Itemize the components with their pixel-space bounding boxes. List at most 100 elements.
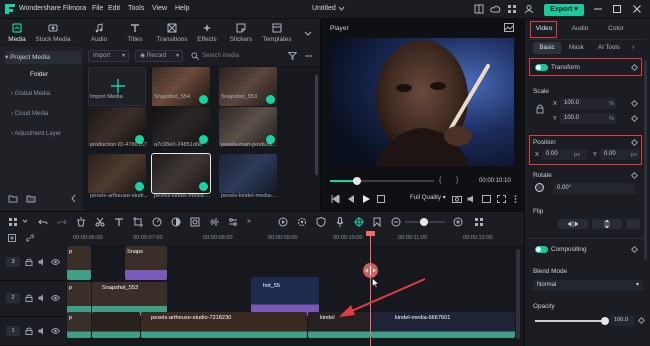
- export-button[interactable]: Export ▾: [544, 4, 584, 16]
- camera-icon[interactable]: [452, 195, 462, 203]
- quality-dropdown[interactable]: Full Quality ▾: [410, 194, 446, 201]
- scale-x-input[interactable]: 100.0: [560, 98, 616, 109]
- fullscreen-icon[interactable]: [497, 195, 506, 203]
- sidebar-item-folder[interactable]: Folder: [30, 71, 48, 78]
- chevron-right-icon[interactable]: ›: [632, 44, 634, 51]
- position-x-input[interactable]: 0.00: [542, 149, 587, 160]
- compositing-toggle[interactable]: [535, 246, 548, 253]
- flip-horizontal-button[interactable]: [558, 219, 588, 229]
- media-thumbnail[interactable]: [152, 107, 210, 146]
- zoom-out-icon[interactable]: [391, 217, 401, 227]
- media-thumbnail[interactable]: [219, 154, 277, 193]
- transform-toggle[interactable]: [535, 64, 548, 71]
- chevron-down-icon[interactable]: [338, 5, 345, 12]
- sidebar-item-adjustment-layer[interactable]: › Adjustment Layer: [11, 131, 61, 137]
- playhead-handle[interactable]: [366, 231, 375, 236]
- record-dropdown[interactable]: ◉ Record ▾: [135, 50, 183, 62]
- eye-icon[interactable]: [51, 327, 60, 335]
- sidebar-item-global-media[interactable]: › Global Media: [11, 91, 50, 97]
- folder-icon[interactable]: [26, 194, 36, 203]
- media-thumbnail[interactable]: [219, 67, 277, 106]
- volume-icon[interactable]: [467, 195, 477, 203]
- stop-icon[interactable]: [377, 195, 385, 203]
- more-icon[interactable]: [305, 52, 313, 60]
- timeline-clip[interactable]: p: [67, 246, 91, 280]
- zoom-slider-handle[interactable]: [420, 218, 428, 226]
- adjust-icon[interactable]: [228, 217, 238, 227]
- snap-icon[interactable]: [354, 217, 364, 227]
- rotate-input[interactable]: 0.00°: [553, 183, 635, 194]
- settings-gear-icon[interactable]: [297, 217, 307, 227]
- stabilize-icon[interactable]: [190, 217, 200, 227]
- video-preview[interactable]: [330, 38, 514, 166]
- timeline-clip-selected[interactable]: hot_55: [251, 277, 319, 316]
- timeline-clip[interactable]: Snaps: [125, 246, 167, 280]
- menu-view[interactable]: View: [152, 5, 167, 12]
- tab-stickers[interactable]: Stickers: [224, 22, 258, 46]
- grid-layout-icon[interactable]: [8, 217, 18, 227]
- user-icon[interactable]: [524, 4, 534, 14]
- shield-icon[interactable]: [316, 217, 326, 227]
- timeline-grid-icon[interactable]: [474, 217, 484, 227]
- flip-vertical-button[interactable]: [592, 219, 622, 229]
- opacity-slider-handle[interactable]: [601, 317, 609, 325]
- color-match-icon[interactable]: [171, 217, 181, 227]
- import-dropdown[interactable]: Import ▾: [88, 50, 129, 62]
- collapse-icon[interactable]: [70, 194, 78, 203]
- step-back-icon[interactable]: [347, 195, 355, 203]
- timeline-clip[interactable]: p: [67, 312, 91, 338]
- timeline-clip[interactable]: [92, 312, 140, 338]
- sidebar-item-project-media[interactable]: ▾ Project Media: [5, 51, 81, 64]
- grid-icon[interactable]: [507, 4, 517, 14]
- media-thumbnail[interactable]: [152, 67, 210, 106]
- panel-scrollbar[interactable]: [644, 60, 647, 260]
- eye-icon[interactable]: [51, 294, 60, 302]
- media-thumbnail[interactable]: [88, 107, 146, 146]
- lock-icon[interactable]: [25, 258, 33, 266]
- tab-color[interactable]: Color: [604, 25, 628, 32]
- text-tool-icon[interactable]: [114, 217, 124, 227]
- play-icon[interactable]: [362, 195, 370, 203]
- speaker-icon[interactable]: [38, 294, 46, 302]
- subtab-mask[interactable]: Mask: [569, 44, 584, 51]
- tab-titles[interactable]: Titles: [118, 22, 152, 46]
- menu-tools[interactable]: Tools: [128, 5, 144, 12]
- fit-screen-icon[interactable]: [482, 195, 491, 203]
- minimize-icon[interactable]: [593, 4, 603, 14]
- snapshot-icon[interactable]: [504, 23, 514, 32]
- maximize-icon[interactable]: [612, 4, 622, 14]
- timeline-ruler[interactable]: 00:00:06:00 00:00:07:00 00:00:08:00 00:0…: [0, 231, 524, 245]
- link-icon[interactable]: [536, 104, 544, 114]
- tab-transitions[interactable]: Transitions: [153, 22, 191, 46]
- timeline-scrollbar[interactable]: [516, 249, 520, 339]
- render-icon[interactable]: [278, 217, 288, 227]
- opacity-input[interactable]: 100.0: [610, 315, 634, 326]
- subtab-basic[interactable]: Basic: [533, 42, 561, 54]
- filter-icon[interactable]: [288, 52, 297, 60]
- audio-icon[interactable]: [209, 217, 219, 227]
- subtab-ai-tools[interactable]: AI Tools: [598, 44, 620, 51]
- menu-help[interactable]: Help: [175, 5, 189, 12]
- tab-effects[interactable]: Effects: [190, 22, 224, 46]
- chevron-down-icon[interactable]: [304, 31, 312, 37]
- tab-audio-panel[interactable]: Audio: [568, 25, 592, 32]
- settings-icon[interactable]: [512, 195, 519, 203]
- speaker-icon[interactable]: [38, 327, 46, 335]
- scale-y-input[interactable]: 100.0: [560, 113, 616, 124]
- tab-stock-media[interactable]: Stock Media: [33, 22, 73, 46]
- timeline-clip[interactable]: Snapshot_553: [92, 282, 167, 316]
- speed-icon[interactable]: [152, 217, 162, 227]
- marker-icon[interactable]: [372, 217, 382, 227]
- flip-more-button[interactable]: [626, 219, 640, 229]
- new-folder-icon[interactable]: [8, 194, 18, 203]
- player-progress-handle[interactable]: [353, 177, 361, 185]
- mark-in-icon[interactable]: {: [439, 177, 441, 184]
- media-thumbnail-selected[interactable]: [151, 153, 211, 194]
- menu-file[interactable]: File: [92, 5, 103, 12]
- chevron-down-icon[interactable]: [22, 218, 28, 224]
- rotate-dial[interactable]: [535, 183, 544, 192]
- redo-icon[interactable]: [57, 217, 67, 227]
- crop-icon[interactable]: [133, 217, 143, 227]
- delete-icon[interactable]: [76, 217, 86, 227]
- cloud-icon[interactable]: [490, 4, 501, 14]
